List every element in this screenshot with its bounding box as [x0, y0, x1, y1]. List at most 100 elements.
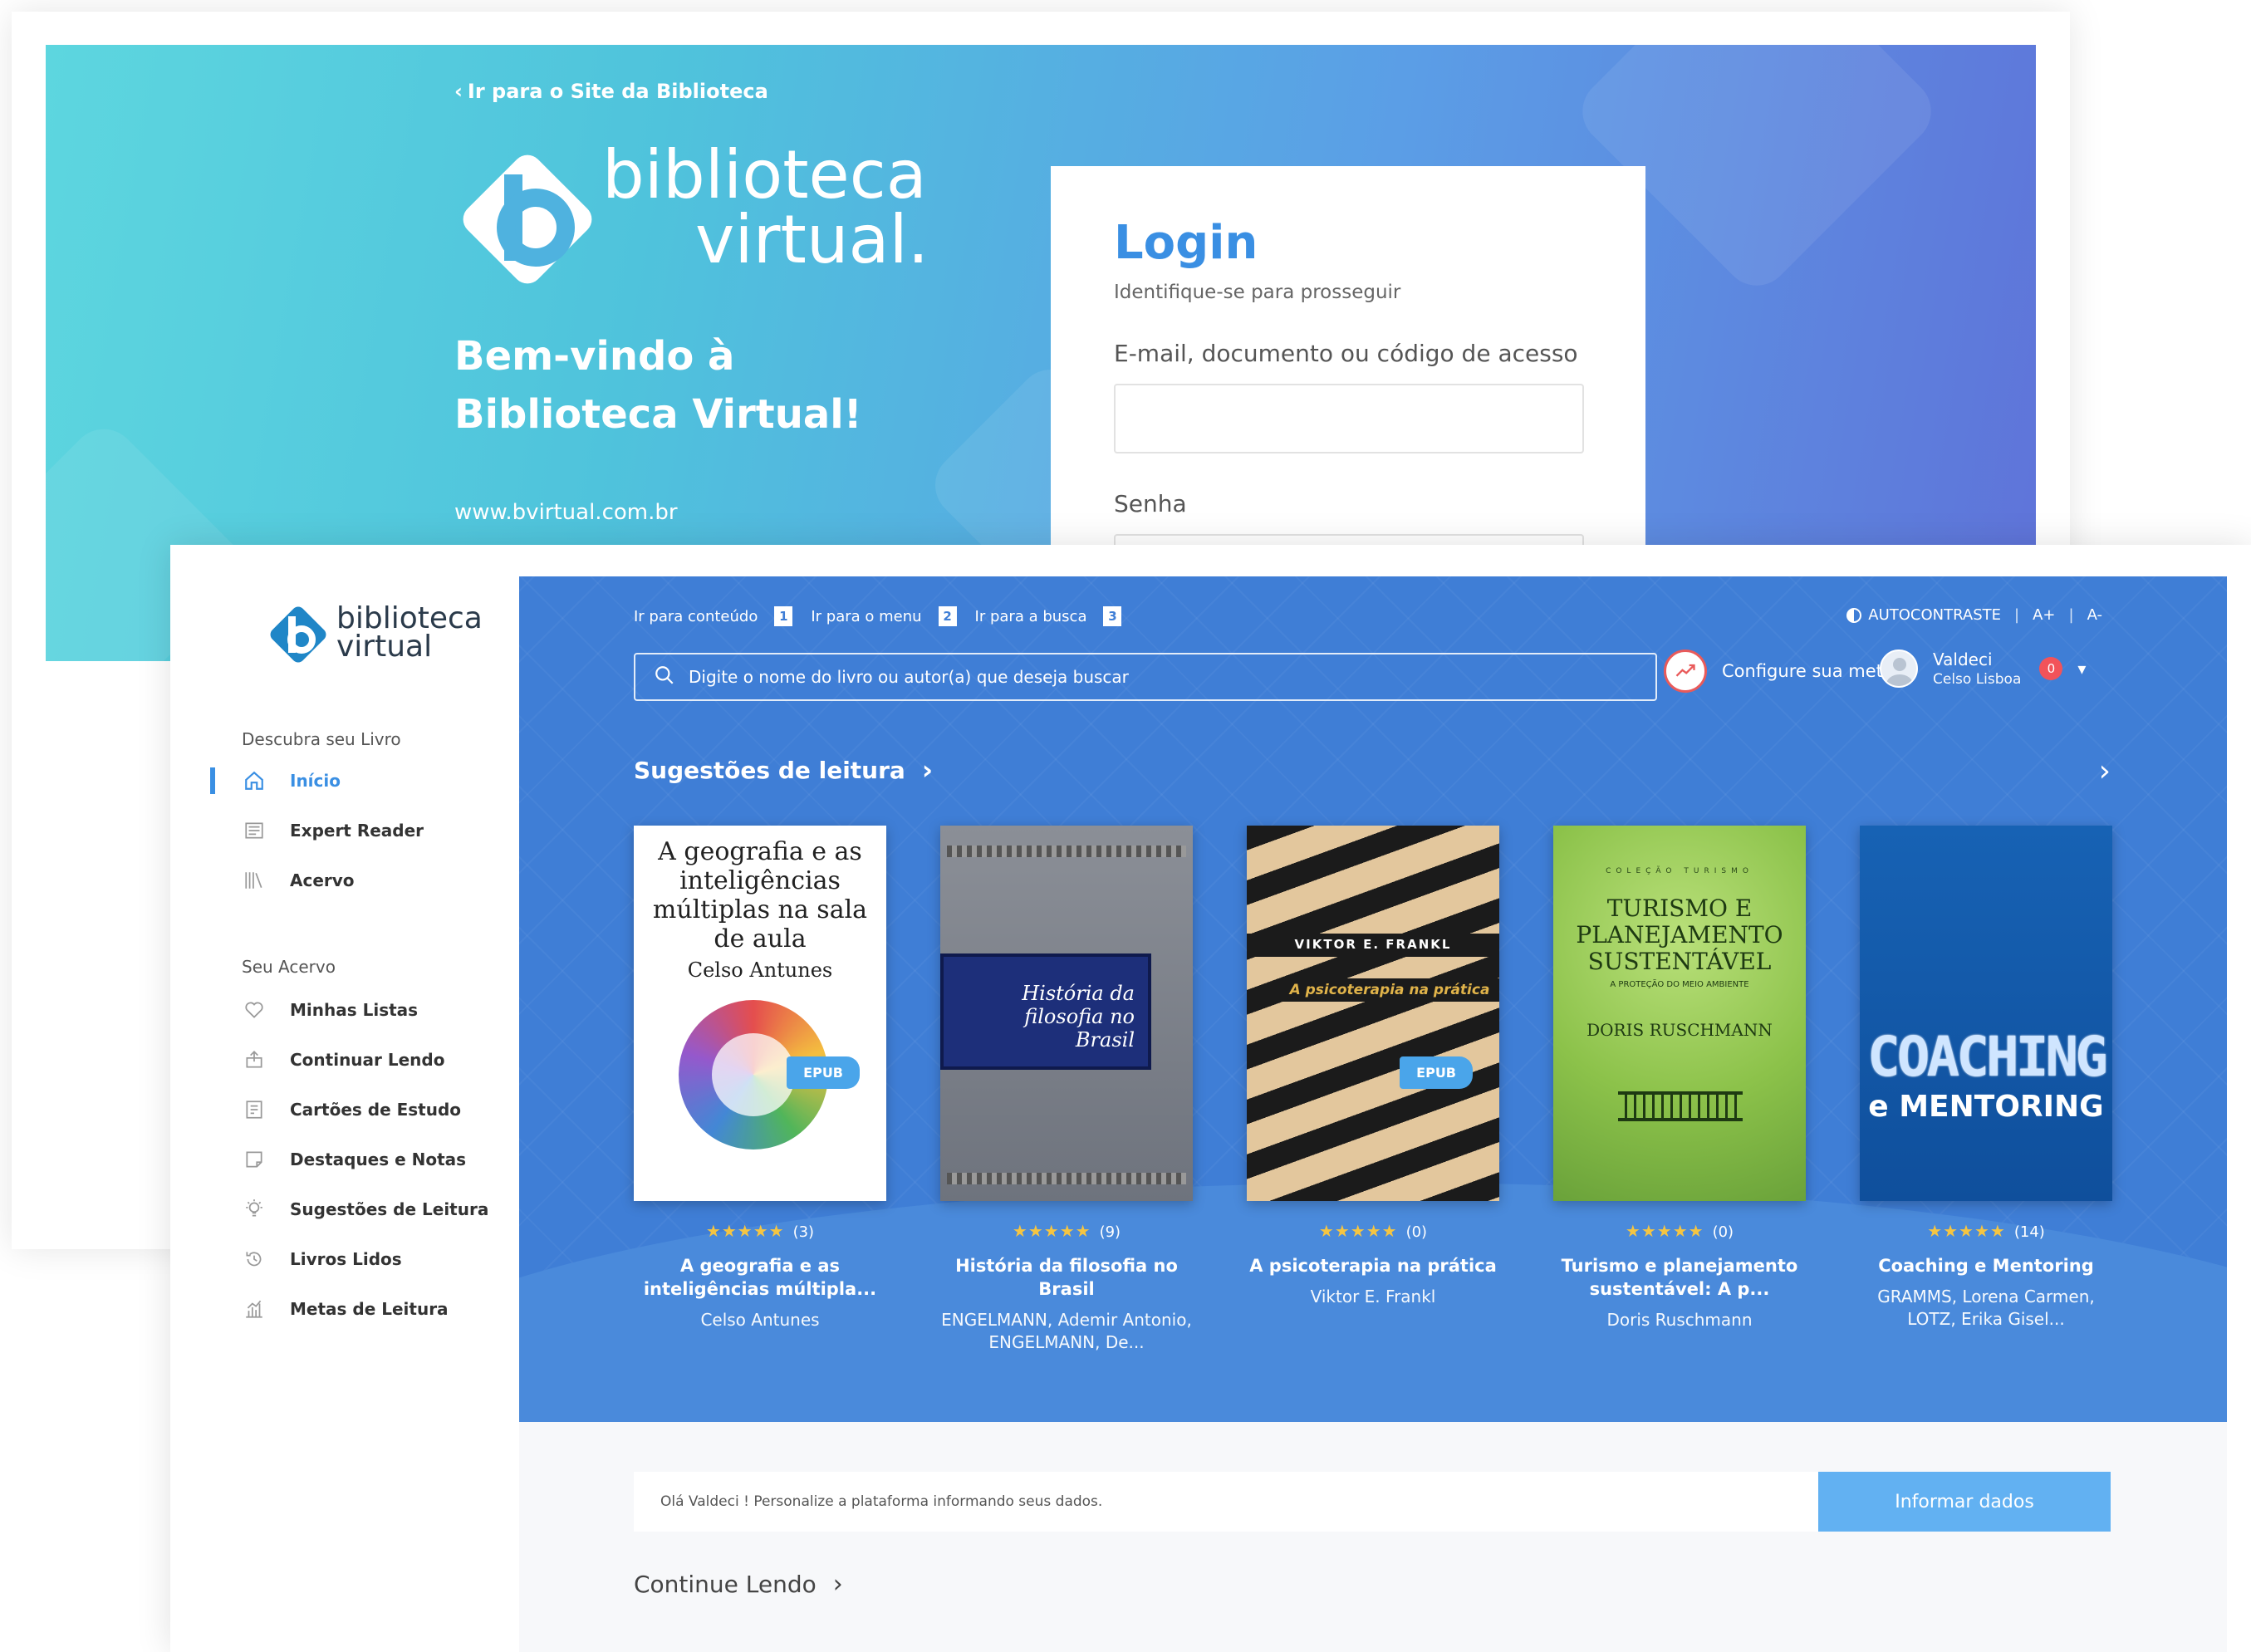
book-title[interactable]: História da filosofia no Brasil	[940, 1254, 1193, 1301]
book-meta: ★★★★★ (0) A psicoterapia na prática Vikto…	[1247, 1221, 1499, 1308]
cover-author: VIKTOR E. FRANKL	[1294, 937, 1452, 952]
cover-subtitle: e MENTORING	[1868, 1090, 2104, 1124]
rating-count: (0)	[1712, 1223, 1734, 1241]
carousel-next-button[interactable]: ›	[2099, 754, 2111, 788]
book-cover[interactable]: VIKTOR E. FRANKL A psicoterapia na práti…	[1247, 826, 1499, 1201]
book-author: ENGELMANN, Ademir Antonio, ENGELMANN, De…	[941, 1310, 1192, 1352]
password-label: Senha	[1114, 490, 1187, 517]
sidebar-item-continuar-lendo[interactable]: Continuar Lendo	[242, 1043, 508, 1076]
login-title: Login	[1114, 216, 1258, 270]
search-input[interactable]	[689, 667, 1644, 687]
caret-down-icon[interactable]: ▾	[2077, 659, 2086, 679]
cover-series: COLEÇÃO TURISMO	[1606, 867, 1753, 875]
cover-illustration	[1618, 1091, 1743, 1121]
divider: |	[2068, 606, 2074, 624]
sidebar: biblioteca virtual Descubra seu Livro In…	[170, 545, 519, 1652]
user-institution: Celso Lisboa	[1933, 671, 2022, 688]
goal-trend-icon	[1664, 650, 1707, 693]
book-card[interactable]: História da filosofia no Brasil ★★★★★ (9)…	[940, 826, 1193, 1354]
rating-count: (14)	[2013, 1223, 2045, 1241]
active-indicator	[210, 767, 215, 794]
book-cover[interactable]: A geografia e as inteligências múltiplas…	[634, 826, 886, 1201]
history-icon	[242, 1247, 267, 1272]
cover-title: COACHING	[1867, 1025, 2108, 1089]
sidebar-item-label: Acervo	[290, 870, 355, 890]
book-title[interactable]: A geografia e as inteligências múltipla.…	[634, 1254, 886, 1301]
cover-title: A geografia e as inteligências múltiplas…	[652, 837, 868, 953]
back-to-site-link[interactable]: ‹ Ir para o Site da Biblioteca	[454, 80, 768, 103]
skip-link-key: 3	[1103, 606, 1122, 626]
chevron-right-icon: ›	[832, 1570, 843, 1599]
inform-data-button[interactable]: Informar dados	[1818, 1472, 2111, 1532]
continue-reading-title: Continue Lendo	[634, 1571, 817, 1598]
skip-link-label: Ir para o menu	[811, 607, 922, 625]
book-card[interactable]: COLEÇÃO TURISMO TURISMO E PLANEJAMENTO S…	[1553, 826, 1806, 1331]
book-cover[interactable]: COLEÇÃO TURISMO TURISMO E PLANEJAMENTO S…	[1553, 826, 1806, 1201]
profile-banner: Olá Valdeci ! Personalize a plataforma i…	[634, 1472, 2111, 1532]
font-increase-button[interactable]: A+	[2033, 606, 2055, 624]
sidebar-item-livros-lidos[interactable]: Livros Lidos	[242, 1243, 508, 1276]
logo-icon	[270, 606, 326, 663]
sidebar-item-label: Metas de Leitura	[290, 1299, 449, 1319]
search-icon	[654, 664, 675, 689]
divider: |	[2014, 606, 2020, 624]
suggestions-title: Sugestões de leitura	[634, 756, 905, 784]
skip-to-content-link[interactable]: Ir para conteúdo 1	[634, 606, 793, 626]
home-icon	[242, 768, 267, 793]
sidebar-logo[interactable]: biblioteca virtual	[265, 600, 498, 669]
book-title[interactable]: Coaching e Mentoring	[1860, 1254, 2112, 1277]
login-subtitle: Identifique-se para prosseguir	[1114, 282, 1401, 303]
autocontrast-button[interactable]: AUTOCONTRASTE	[1868, 606, 2001, 624]
contrast-icon	[1846, 607, 1862, 623]
star-rating: ★★★★★	[1927, 1221, 2006, 1241]
continue-reading-heading-link[interactable]: Continue Lendo ›	[634, 1570, 843, 1599]
skip-link-label: Ir para a busca	[974, 607, 1087, 625]
user-menu[interactable]: Valdeci Celso Lisboa 0 ▾	[1880, 650, 2086, 688]
skip-to-search-link[interactable]: Ir para a busca 3	[975, 606, 1122, 626]
book-card[interactable]: COACHING e MENTORING ★★★★★ (14) Coaching …	[1860, 826, 2112, 1331]
sidebar-section-discover: Descubra seu Livro	[242, 729, 401, 749]
book-card[interactable]: VIKTOR E. FRANKL A psicoterapia na práti…	[1247, 826, 1499, 1308]
user-info: Valdeci Celso Lisboa	[1933, 650, 2021, 688]
sidebar-item-metas-de-leitura[interactable]: Metas de Leitura	[242, 1292, 508, 1326]
email-field[interactable]	[1114, 384, 1584, 453]
book-title[interactable]: Turismo e planejamento sustentável: A p.…	[1553, 1254, 1806, 1301]
user-name: Valdeci	[1933, 650, 1993, 669]
book-author: GRAMMS, Lorena Carmen, LOTZ, Erika Gisel…	[1877, 1287, 2095, 1329]
cover-decoration	[947, 1173, 1186, 1184]
sidebar-item-acervo[interactable]: Acervo	[242, 864, 508, 897]
sidebar-item-label: Continuar Lendo	[290, 1050, 445, 1070]
heart-icon	[242, 998, 267, 1022]
cover-author: Celso Antunes	[687, 958, 833, 982]
avatar	[1880, 650, 1918, 688]
sidebar-item-label: Início	[290, 771, 341, 791]
rating-count: (0)	[1405, 1223, 1428, 1241]
sidebar-item-inicio[interactable]: Início	[242, 764, 508, 797]
book-cover[interactable]: História da filosofia no Brasil	[940, 826, 1193, 1201]
sidebar-item-destaques-e-notas[interactable]: Destaques e Notas	[242, 1143, 508, 1176]
epub-badge: EPUB	[787, 1056, 860, 1089]
book-author: Viktor E. Frankl	[1310, 1287, 1436, 1306]
continue-reading-icon	[242, 1047, 267, 1072]
font-decrease-button[interactable]: A-	[2087, 606, 2102, 624]
notification-badge[interactable]: 0	[2039, 657, 2063, 680]
book-title[interactable]: A psicoterapia na prática	[1247, 1254, 1499, 1277]
book-meta: ★★★★★ (9) História da filosofia no Brasil…	[940, 1221, 1193, 1354]
configure-goal-button[interactable]: Configure sua meta	[1664, 650, 1894, 693]
book-cover[interactable]: COACHING e MENTORING	[1860, 826, 2112, 1201]
sidebar-item-label: Livros Lidos	[290, 1249, 402, 1269]
suggestions-heading-link[interactable]: Sugestões de leitura ›	[634, 754, 933, 786]
sidebar-item-label: Minhas Listas	[290, 1000, 419, 1020]
sidebar-item-cartoes-de-estudo[interactable]: Cartões de Estudo	[242, 1093, 508, 1126]
sidebar-item-minhas-listas[interactable]: Minhas Listas	[242, 993, 508, 1027]
skip-link-label: Ir para conteúdo	[634, 607, 758, 625]
book-card[interactable]: A geografia e as inteligências múltiplas…	[634, 826, 886, 1331]
cover-subtitle: A PROTEÇÃO DO MEIO AMBIENTE	[1610, 980, 1749, 989]
sidebar-item-expert-reader[interactable]: Expert Reader	[242, 814, 508, 847]
welcome-line: Bem-vindo à	[454, 333, 735, 380]
skip-to-menu-link[interactable]: Ir para o menu 2	[811, 606, 957, 626]
rating-count: (3)	[792, 1223, 815, 1241]
logo-icon	[463, 154, 592, 284]
welcome-line: Biblioteca Virtual!	[454, 391, 862, 438]
sidebar-item-sugestoes-de-leitura[interactable]: Sugestões de Leitura	[242, 1193, 508, 1226]
